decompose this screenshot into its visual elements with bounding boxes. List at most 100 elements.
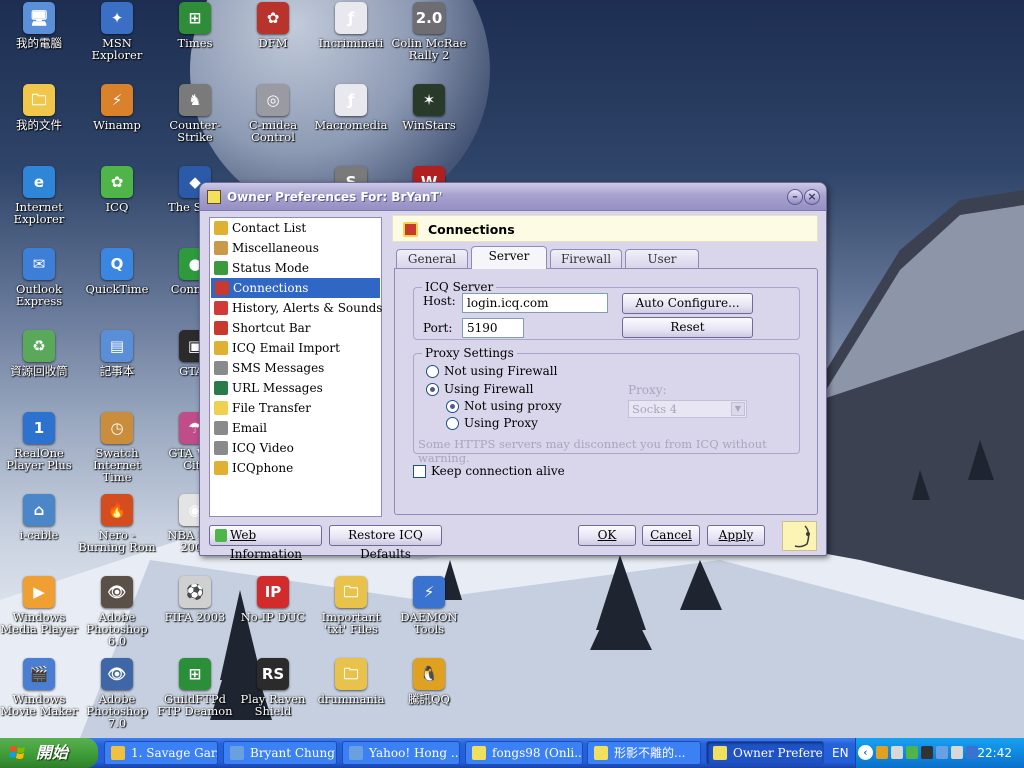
- email-import-icon: [214, 341, 228, 355]
- auto-configure-button[interactable]: Auto Configure...: [622, 293, 753, 314]
- desktop-icon[interactable]: ♻ 資源回收筒: [0, 330, 78, 377]
- web-information-button[interactable]: Web Information: [209, 525, 322, 561]
- sidebar-item[interactable]: Contact List: [210, 218, 381, 238]
- desktop-icon[interactable]: ⊞ Times: [156, 2, 234, 49]
- desktop-icon[interactable]: ◎ C-midea Control: [234, 84, 312, 143]
- desktop-icon[interactable]: ✶ WinStars: [390, 84, 468, 131]
- desktop-icon[interactable]: ⚽ FIFA 2003: [156, 576, 234, 623]
- sidebar-item[interactable]: ICQ Email Import: [210, 338, 381, 358]
- network-tray-icon[interactable]: [936, 746, 948, 759]
- media-tray-icon[interactable]: [921, 746, 933, 759]
- desktop-icon[interactable]: ⚡ Winamp: [78, 84, 156, 131]
- desktop-icon[interactable]: 🔥 Nero - Burning Rom: [78, 494, 156, 553]
- restore-defaults-button[interactable]: Restore ICQ Defaults: [329, 525, 442, 561]
- ok-button[interactable]: OK: [578, 525, 636, 546]
- desktop-icon[interactable]: ▶ Windows Media Player: [0, 576, 78, 635]
- taskbar-button[interactable]: Bryant Chung...: [223, 741, 337, 765]
- sidebar-item[interactable]: ICQphone: [210, 458, 381, 478]
- tab-user[interactable]: User: [625, 249, 699, 268]
- using-firewall-radio[interactable]: [426, 383, 439, 396]
- desktop-icon[interactable]: IP No-IP DUC: [234, 576, 312, 623]
- using-proxy-label[interactable]: Using Proxy: [464, 416, 538, 430]
- monitor-tray-icon[interactable]: [951, 746, 963, 759]
- window-title: Owner Preferences For: BrYanT': [227, 190, 443, 204]
- desktop-icon[interactable]: ⌂ i-cable: [0, 494, 78, 541]
- chevron-down-icon[interactable]: ▼: [731, 402, 745, 416]
- close-button[interactable]: ×: [804, 189, 820, 205]
- desktop-icon[interactable]: ♞ Counter-Strike: [156, 84, 234, 143]
- tab-firewall[interactable]: Firewall: [550, 249, 622, 268]
- desktop-icon[interactable]: ⊞ GuildFTPd FTP Deamon: [156, 658, 234, 717]
- taskbar-button[interactable]: 形影不離的...: [587, 741, 701, 765]
- minimize-button[interactable]: –: [787, 189, 803, 205]
- desktop-icon[interactable]: 2.0 Colin McRae Rally 2: [390, 2, 468, 61]
- sidebar-item-label: Miscellaneous: [232, 241, 319, 255]
- desktop-icon[interactable]: 👁 Adobe Photoshop 7.0: [78, 658, 156, 729]
- desktop-icon[interactable]: ✦ MSN Explorer: [78, 2, 156, 61]
- desktop-icon[interactable]: 🗀 我的文件: [0, 84, 78, 131]
- port-input[interactable]: 5190: [462, 318, 524, 338]
- desktop-icon[interactable]: ✉ Outlook Express: [0, 248, 78, 307]
- keep-alive-label[interactable]: Keep connection alive: [431, 464, 565, 478]
- tab-general[interactable]: General: [396, 249, 468, 268]
- desktop-icon[interactable]: ƒ Macromedia: [312, 84, 390, 131]
- using-proxy-radio[interactable]: [446, 417, 459, 430]
- desktop-icon[interactable]: ▤ 記事本: [78, 330, 156, 377]
- daemon-tray-icon[interactable]: [966, 746, 978, 759]
- tab-server[interactable]: Server: [471, 246, 547, 269]
- language-indicator[interactable]: EN: [832, 746, 849, 760]
- not-using-firewall-label[interactable]: Not using Firewall: [444, 364, 557, 378]
- taskbar-button[interactable]: Yahoo! Hong ...: [342, 741, 460, 765]
- taskbar-button[interactable]: fongs98 (Onli...: [465, 741, 583, 765]
- host-input[interactable]: login.icq.com: [462, 293, 608, 313]
- desktop-icon[interactable]: 🐧 騰訊QQ: [390, 658, 468, 705]
- apply-button[interactable]: Apply: [707, 525, 765, 546]
- desktop-app-icon: 🔥: [101, 494, 133, 526]
- sidebar-item[interactable]: Email: [210, 418, 381, 438]
- desktop-icon[interactable]: ✿ DFM: [234, 2, 312, 49]
- desktop-icon[interactable]: 🖥 我的電腦: [0, 2, 78, 49]
- desktop-icon[interactable]: e Internet Explorer: [0, 166, 78, 225]
- sidebar-item[interactable]: Status Mode: [210, 258, 381, 278]
- proxy-type-select[interactable]: Socks 4 ▼: [628, 400, 747, 418]
- sidebar-item[interactable]: Shortcut Bar: [210, 318, 381, 338]
- desktop-icon[interactable]: 🗀 Important 'txt' Files: [312, 576, 390, 635]
- clock[interactable]: 22:42: [977, 746, 1012, 760]
- chevron-left-icon[interactable]: ‹: [858, 745, 873, 760]
- desktop-icon[interactable]: ⚡ DAEMON Tools: [390, 576, 468, 635]
- desktop-icon-label: Adobe Photoshop 7.0: [86, 692, 148, 730]
- desktop-app-icon: ƒ: [335, 84, 367, 116]
- desktop-icon[interactable]: ƒ Incriminati: [312, 2, 390, 49]
- desktop-icon[interactable]: 1 RealOne Player Plus: [0, 412, 78, 471]
- reset-button[interactable]: Reset: [622, 317, 753, 338]
- desktop-icon[interactable]: 🗀 drummania: [312, 658, 390, 705]
- sidebar-item[interactable]: SMS Messages: [210, 358, 381, 378]
- desktop-icon[interactable]: 👁 Adobe Photoshop 6.0: [78, 576, 156, 647]
- sidebar-item[interactable]: History, Alerts & Sounds: [210, 298, 382, 318]
- using-firewall-label[interactable]: Using Firewall: [444, 382, 533, 396]
- taskbar: 開始 1. Savage Gar... Bryant Chung... Yahoo!…: [0, 738, 1024, 768]
- keep-alive-checkbox[interactable]: [413, 465, 426, 478]
- sidebar-item[interactable]: URL Messages: [210, 378, 381, 398]
- qq-tray-icon[interactable]: [876, 746, 888, 759]
- taskbar-button[interactable]: 1. Savage Gar...: [104, 741, 218, 765]
- desktop-app-icon: ⚡: [101, 84, 133, 116]
- icq-tray-icon[interactable]: [906, 746, 918, 759]
- desktop-icon[interactable]: Q QuickTime: [78, 248, 156, 295]
- sidebar-item[interactable]: Miscellaneous: [210, 238, 381, 258]
- volume-tray-icon[interactable]: [891, 746, 903, 759]
- not-using-proxy-radio[interactable]: [446, 400, 459, 413]
- title-bar[interactable]: Owner Preferences For: BrYanT' – ×: [200, 183, 826, 211]
- desktop-icon[interactable]: 🎬 Windows Movie Maker: [0, 658, 78, 717]
- start-button[interactable]: 開始: [0, 738, 98, 768]
- desktop-icon[interactable]: ◷ Swatch Internet Time: [78, 412, 156, 483]
- sidebar-item[interactable]: ICQ Video: [210, 438, 381, 458]
- cancel-button[interactable]: Cancel: [642, 525, 700, 546]
- desktop-icon[interactable]: ✿ ICQ: [78, 166, 156, 213]
- taskbar-button[interactable]: Owner Prefere...: [706, 741, 824, 765]
- not-using-proxy-label[interactable]: Not using proxy: [464, 399, 562, 413]
- sidebar-item[interactable]: Connections: [211, 278, 380, 298]
- sidebar-item[interactable]: File Transfer: [210, 398, 381, 418]
- desktop-icon[interactable]: RS Play Raven Shield: [234, 658, 312, 717]
- not-using-firewall-radio[interactable]: [426, 365, 439, 378]
